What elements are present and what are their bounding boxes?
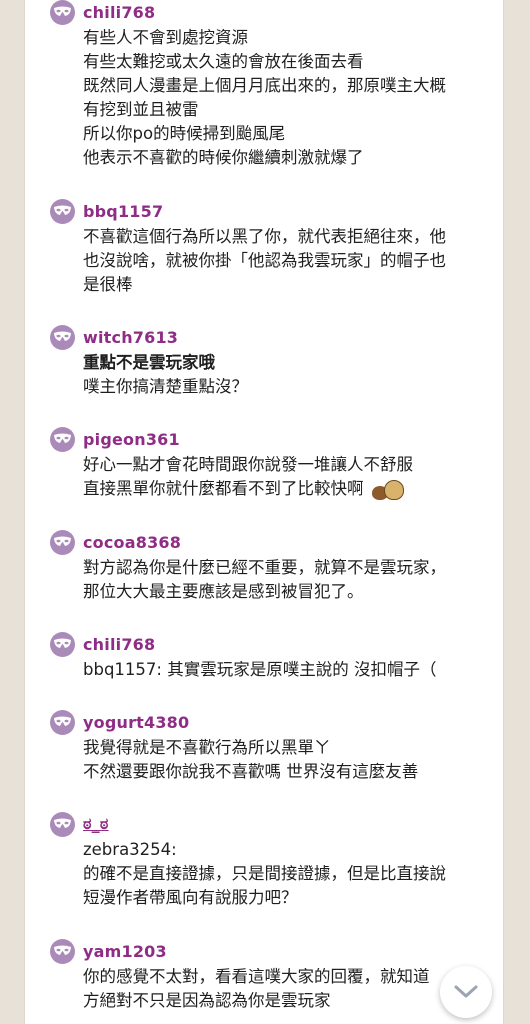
comment-text: bbq1157: 其實雲玩家是原噗主說的 沒扣帽子（ <box>83 660 437 679</box>
username[interactable]: chili768 <box>83 3 155 22</box>
scroll-down-button[interactable] <box>440 966 492 1018</box>
comment-text: 好心一點才會花時間跟你說發一堆讓人不舒服 直接黑單你就什麼都看不到了比較快啊 <box>83 455 413 500</box>
comment-text: 我覺得就是不喜歡行為所以黑單ㄚ 不然還要跟你說我不喜歡嗎 世界沒有這麼友善 <box>83 738 419 781</box>
comment-text: 對方認為你是什麼已經不重要，就算不是雲玩家， 那位大大最主要應該是感到被冒犯了。 <box>83 558 446 601</box>
comment-item: pigeon361 好心一點才會花時間跟你說發一堆讓人不舒服 直接黑單你就什麼都看… <box>50 426 490 501</box>
comment-item: cocoa8368 對方認為你是什麼已經不重要，就算不是雲玩家， 那位大大最主要應… <box>50 529 490 604</box>
username[interactable]: cocoa8368 <box>83 533 181 552</box>
username[interactable]: chili768 <box>83 635 155 654</box>
mask-icon <box>54 6 71 16</box>
username[interactable]: witch7613 <box>83 328 178 347</box>
username[interactable]: ಠ_ಠ <box>83 814 109 834</box>
comment-text: 重點不是雲玩家哦 噗主你搞清楚重點沒？ <box>83 353 248 396</box>
chevron-down-icon <box>454 985 478 998</box>
avatar[interactable] <box>50 811 75 837</box>
mask-icon <box>54 818 71 828</box>
avatar[interactable] <box>50 709 75 735</box>
page: chili768 有些人不會到處挖資源 有些太難挖或太久遠的會放在後面去看 既然同人… <box>0 0 530 1024</box>
avatar[interactable] <box>50 324 75 350</box>
comment-item: yogurt4380 我覺得就是不喜歡行為所以黑單ㄚ 不然還要跟你說我不喜歡嗎 世… <box>50 709 490 784</box>
comment-text: 不喜歡這個行為所以黑了你，就代表拒絕往來，他 也沒說啥，就被你掛「他認為我雲玩家」… <box>83 227 446 294</box>
comment-item: ಠ_ಠ zebra3254: 的確不是直接證據，只是間接證據，但是比直接說 短漫作者… <box>50 811 490 910</box>
mask-icon <box>54 716 71 726</box>
username[interactable]: pigeon361 <box>83 430 180 449</box>
avatar[interactable] <box>50 198 75 224</box>
comment-item: chili768 bbq1157: 其實雲玩家是原噗主說的 沒扣帽子（ <box>50 631 490 682</box>
username[interactable]: yam1203 <box>83 942 167 961</box>
username[interactable]: bbq1157 <box>83 202 163 221</box>
mask-icon <box>54 433 71 443</box>
comment-item: yam1203 你的感覺不太對，看看這噗大家的回覆，就知道 方絕對不只是因為認為你… <box>50 938 490 1013</box>
comment-item: witch7613 重點不是雲玩家哦 噗主你搞清楚重點沒？ <box>50 324 490 399</box>
comment-item: bbq1157 不喜歡這個行為所以黑了你，就代表拒絕往來，他 也沒說啥，就被你掛「… <box>50 198 490 297</box>
comment-text: 你的感覺不太對，看看這噗大家的回覆，就知道 方絕對不只是因為認為你是雲玩家 <box>83 967 430 1010</box>
mask-icon <box>54 205 71 215</box>
comment-text: zebra3254: 的確不是直接證據，只是間接證據，但是比直接說 短漫作者帶風向有… <box>83 840 446 907</box>
avatar[interactable] <box>50 631 75 657</box>
username[interactable]: yogurt4380 <box>83 713 189 732</box>
mask-icon <box>54 331 71 341</box>
comment-item: chili768 有些人不會到處挖資源 有些太難挖或太久遠的會放在後面去看 既然同人… <box>50 0 490 170</box>
avatar[interactable] <box>50 938 75 964</box>
coffee-sticker-icon <box>371 479 408 500</box>
mask-icon <box>54 638 71 648</box>
avatar[interactable] <box>50 529 75 555</box>
avatar[interactable] <box>50 0 75 25</box>
mask-icon <box>54 945 71 955</box>
mask-icon <box>54 536 71 546</box>
comment-text: 有些人不會到處挖資源 有些太難挖或太久遠的會放在後面去看 既然同人漫畫是上個月月底出… <box>83 28 446 167</box>
avatar[interactable] <box>50 426 75 452</box>
